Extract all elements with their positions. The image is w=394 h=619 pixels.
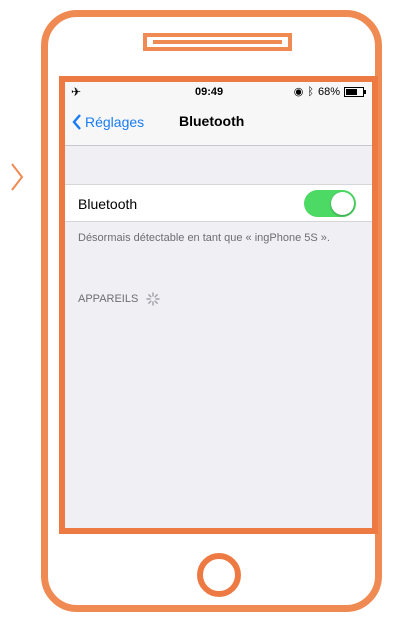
status-time: 09:49	[195, 86, 224, 98]
back-button-label: Réglages	[85, 114, 145, 130]
loading-spinner-icon	[146, 292, 161, 306]
navigation-bar: Réglages Bluetooth	[65, 102, 372, 146]
status-bar: ✈ 09:49 ◉ ᛒ 68%	[65, 82, 372, 102]
status-right-group: ◉ ᛒ 68%	[293, 85, 366, 98]
back-chevron-icon	[72, 114, 81, 130]
page-title: Bluetooth	[179, 113, 245, 129]
devices-section-header: APPAREILS	[78, 292, 161, 306]
devices-header-label: APPAREILS	[78, 293, 139, 305]
phone-screen-frame: ✈ 09:49 ◉ ᛒ 68% Réglages Bluetooth Bluet…	[59, 76, 378, 534]
bluetooth-toggle[interactable]	[304, 190, 356, 217]
battery-percent: 68%	[317, 85, 340, 98]
bluetooth-row-label: Bluetooth	[78, 196, 138, 212]
battery-icon	[344, 86, 366, 97]
phone-speaker	[143, 33, 292, 51]
location-icon: ◉	[293, 86, 304, 98]
home-button-icon[interactable]	[195, 551, 243, 599]
airplane-icon: ✈	[71, 85, 82, 99]
toggle-knob	[331, 192, 354, 215]
bluetooth-icon: ᛒ	[307, 85, 314, 98]
discoverable-text: Désormais détectable en tant que « ingPh…	[78, 232, 330, 244]
back-button[interactable]: Réglages	[71, 113, 144, 131]
chevron-right-icon	[11, 163, 24, 191]
bluetooth-settings-screen: ✈ 09:49 ◉ ᛒ 68% Réglages Bluetooth Bluet…	[65, 82, 372, 528]
bluetooth-row: Bluetooth	[65, 184, 372, 222]
